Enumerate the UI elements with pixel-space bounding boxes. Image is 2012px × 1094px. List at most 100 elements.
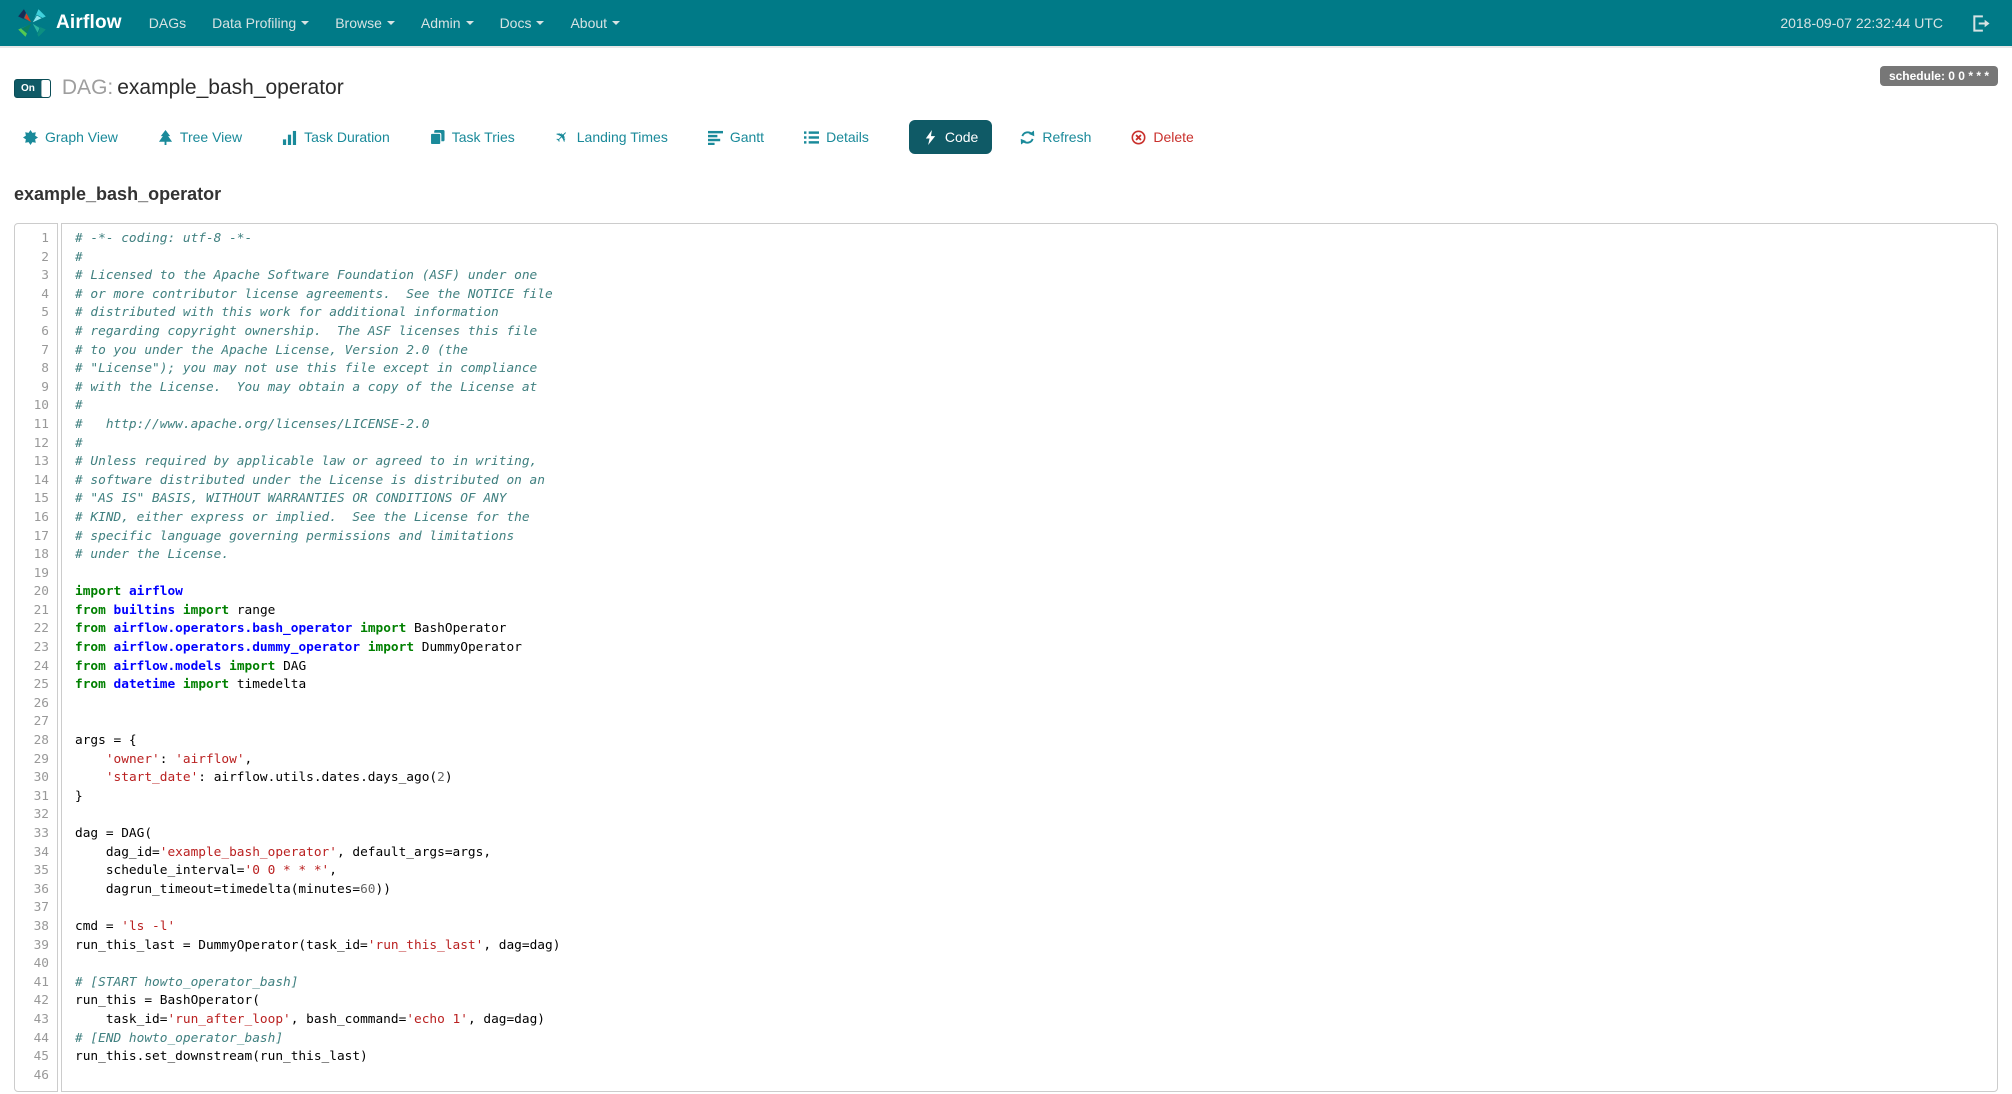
code-line <box>75 695 1987 714</box>
line-number: 44 <box>19 1030 49 1049</box>
code-line: # specific language governing permission… <box>75 528 1987 547</box>
nav-item-admin[interactable]: Admin <box>408 0 487 46</box>
certificate-icon <box>23 130 38 145</box>
code-line: from builtins import range <box>75 602 1987 621</box>
code-content: # -*- coding: utf-8 -*-## Licensed to th… <box>61 223 1998 1092</box>
code-viewer: 1234567891011121314151617181920212223242… <box>14 223 1998 1092</box>
line-number: 3 <box>19 267 49 286</box>
tab-label: Tree View <box>180 129 242 145</box>
dag-title-prefix: DAG: <box>62 76 113 99</box>
code-line <box>75 806 1987 825</box>
code-line: # http://www.apache.org/licenses/LICENSE… <box>75 416 1987 435</box>
plane-icon: ✈ <box>555 130 570 145</box>
line-number: 19 <box>19 565 49 584</box>
caret-down-icon <box>612 21 620 25</box>
line-number: 45 <box>19 1048 49 1067</box>
code-line: schedule_interval='0 0 * * *', <box>75 862 1987 881</box>
line-number: 8 <box>19 360 49 379</box>
line-number: 37 <box>19 899 49 918</box>
copy-icon <box>430 130 445 145</box>
code-line: from airflow.models import DAG <box>75 658 1987 677</box>
tab-delete[interactable]: Delete <box>1131 129 1193 145</box>
line-number: 16 <box>19 509 49 528</box>
code-line: # regarding copyright ownership. The ASF… <box>75 323 1987 342</box>
tab-label: Details <box>826 129 869 145</box>
code-line <box>75 899 1987 918</box>
code-line: # Licensed to the Apache Software Founda… <box>75 267 1987 286</box>
line-number: 42 <box>19 992 49 1011</box>
tab-gantt[interactable]: Gantt <box>708 129 764 145</box>
line-number: 30 <box>19 769 49 788</box>
utc-clock: 2018-09-07 22:32:44 UTC <box>1780 15 1943 31</box>
line-number: 15 <box>19 490 49 509</box>
tab-task-tries[interactable]: Task Tries <box>430 129 515 145</box>
main-content: On DAG:example_bash_operator schedule: 0… <box>0 76 2012 1092</box>
airflow-brand[interactable]: Airflow <box>16 7 122 39</box>
page-title: DAG:example_bash_operator <box>62 76 344 100</box>
code-line: # <box>75 397 1987 416</box>
line-number: 21 <box>19 602 49 621</box>
navbar-menu: DAGsData ProfilingBrowseAdminDocsAbout <box>136 0 633 46</box>
code-line: task_id='run_after_loop', bash_command='… <box>75 1011 1987 1030</box>
tab-task-duration[interactable]: Task Duration <box>282 129 390 145</box>
code-line <box>75 713 1987 732</box>
tab-landing-times[interactable]: ✈Landing Times <box>555 129 668 145</box>
gantt-icon <box>708 130 723 145</box>
navbar: Airflow DAGsData ProfilingBrowseAdminDoc… <box>0 0 2012 48</box>
tab-details[interactable]: Details <box>804 129 869 145</box>
tab-refresh[interactable]: Refresh <box>1020 129 1091 145</box>
code-line: 'start_date': airflow.utils.dates.days_a… <box>75 769 1987 788</box>
code-line <box>75 1067 1987 1086</box>
nav-item-browse[interactable]: Browse <box>322 0 408 46</box>
line-number: 20 <box>19 583 49 602</box>
line-number: 18 <box>19 546 49 565</box>
tab-label: Task Duration <box>304 129 390 145</box>
code-line: # with the License. You may obtain a cop… <box>75 379 1987 398</box>
line-number: 28 <box>19 732 49 751</box>
line-number: 35 <box>19 862 49 881</box>
code-line: run_this_last = DummyOperator(task_id='r… <box>75 937 1987 956</box>
caret-down-icon <box>387 21 395 25</box>
tab-label: Graph View <box>45 129 118 145</box>
line-number: 39 <box>19 937 49 956</box>
line-number: 36 <box>19 881 49 900</box>
code-line <box>75 955 1987 974</box>
line-number: 22 <box>19 620 49 639</box>
tab-code[interactable]: Code <box>909 120 992 154</box>
line-number: 24 <box>19 658 49 677</box>
dag-pause-toggle[interactable]: On <box>14 79 51 98</box>
line-number: 25 <box>19 676 49 695</box>
nav-item-about[interactable]: About <box>557 0 633 46</box>
nav-item-docs[interactable]: Docs <box>487 0 558 46</box>
code-line <box>75 565 1987 584</box>
tab-graph-view[interactable]: Graph View <box>23 129 118 145</box>
line-number: 33 <box>19 825 49 844</box>
line-number: 9 <box>19 379 49 398</box>
code-line: import airflow <box>75 583 1987 602</box>
tab-tree-view[interactable]: Tree View <box>158 129 242 145</box>
dag-id: example_bash_operator <box>117 76 344 99</box>
tab-label: Gantt <box>730 129 764 145</box>
tree-icon <box>158 130 173 145</box>
line-number: 6 <box>19 323 49 342</box>
code-line: # [END howto_operator_bash] <box>75 1030 1987 1049</box>
toggle-handle <box>41 80 50 97</box>
line-number: 26 <box>19 695 49 714</box>
code-line: from airflow.operators.bash_operator imp… <box>75 620 1987 639</box>
code-line: cmd = 'ls -l' <box>75 918 1987 937</box>
line-number: 46 <box>19 1067 49 1086</box>
nav-item-data-profiling[interactable]: Data Profiling <box>199 0 322 46</box>
line-number: 10 <box>19 397 49 416</box>
caret-down-icon <box>301 21 309 25</box>
code-line: # Unless required by applicable law or a… <box>75 453 1987 472</box>
logout-icon[interactable] <box>1971 14 1990 33</box>
line-number: 17 <box>19 528 49 547</box>
caret-down-icon <box>536 21 544 25</box>
line-number: 7 <box>19 342 49 361</box>
code-line: # [START howto_operator_bash] <box>75 974 1987 993</box>
code-line: # or more contributor license agreements… <box>75 286 1987 305</box>
nav-item-dags[interactable]: DAGs <box>136 0 199 46</box>
line-number: 29 <box>19 751 49 770</box>
line-number: 32 <box>19 806 49 825</box>
line-number: 41 <box>19 974 49 993</box>
